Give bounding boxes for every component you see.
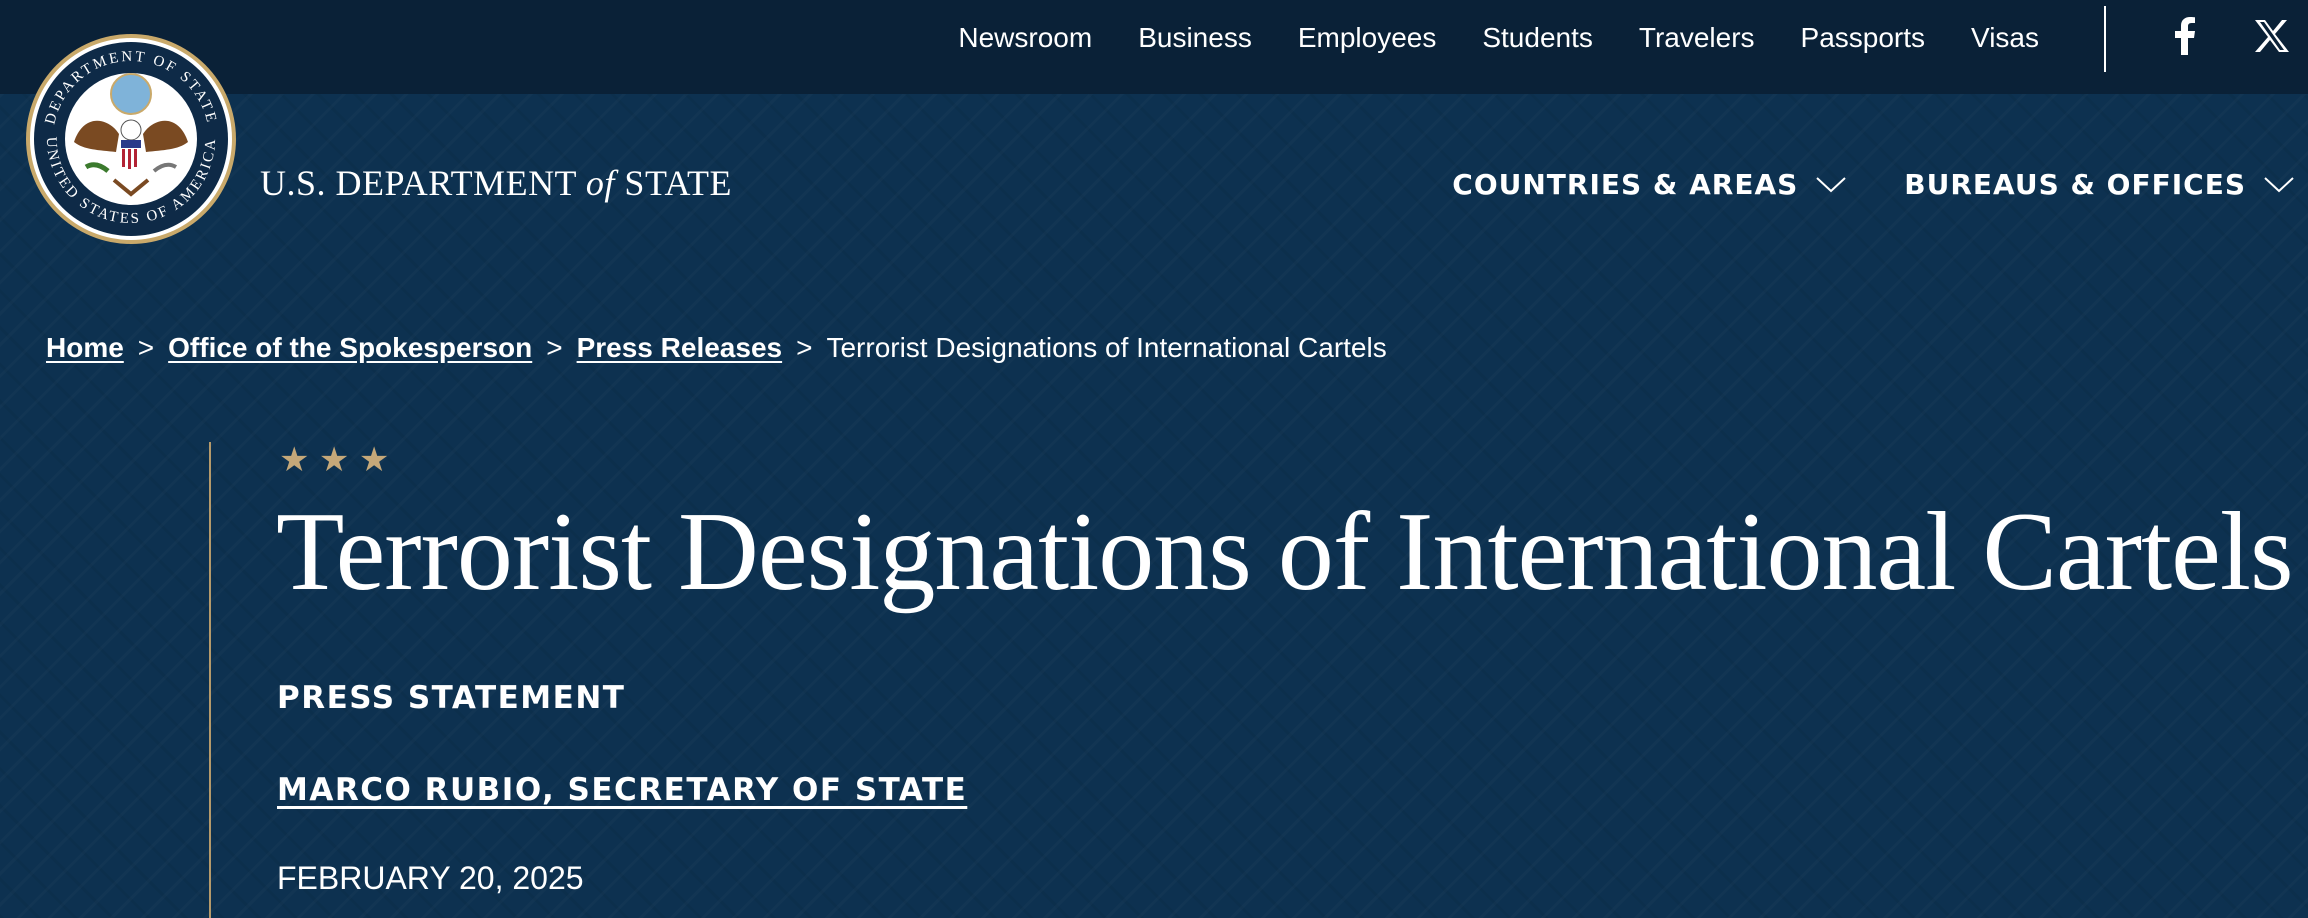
x-link[interactable] bbox=[2250, 14, 2294, 58]
main-nav: COUNTRIES & AREAS BUREAUS & OFFICES bbox=[1452, 168, 2294, 201]
department-seal[interactable]: DEPARTMENT OF STATE UNITED STATES OF AME… bbox=[24, 32, 238, 246]
utility-link-visas[interactable]: Visas bbox=[1971, 22, 2039, 54]
site-name-of: of bbox=[585, 163, 615, 203]
publish-date: FEBRUARY 20, 2025 bbox=[277, 860, 584, 896]
x-icon bbox=[2255, 20, 2289, 52]
eagle-seal-icon: DEPARTMENT OF STATE UNITED STATES OF AME… bbox=[26, 34, 236, 244]
utility-link-passports[interactable]: Passports bbox=[1801, 22, 1926, 54]
breadcrumb-home[interactable]: Home bbox=[46, 332, 124, 364]
article-type-label: PRESS STATEMENT bbox=[277, 680, 626, 716]
breadcrumb-press-releases[interactable]: Press Releases bbox=[577, 332, 783, 364]
nav-countries-areas-label: COUNTRIES & AREAS bbox=[1452, 168, 1799, 201]
site-name-part-2: STATE bbox=[624, 163, 733, 203]
nav-bureaus-offices-label: BUREAUS & OFFICES bbox=[1904, 168, 2246, 201]
facebook-link[interactable] bbox=[2162, 14, 2206, 58]
breadcrumb-separator: > bbox=[796, 332, 813, 363]
utility-link-students[interactable]: Students bbox=[1482, 22, 1593, 54]
utility-link-business[interactable]: Business bbox=[1138, 22, 1252, 54]
author-link[interactable]: MARCO RUBIO, SECRETARY OF STATE bbox=[277, 772, 967, 808]
breadcrumb-office-of-spokesperson[interactable]: Office of the Spokesperson bbox=[168, 332, 532, 364]
chevron-down-icon bbox=[2264, 176, 2294, 192]
page-title: Terrorist Designations of International … bbox=[276, 490, 2294, 614]
breadcrumb-separator: > bbox=[137, 332, 155, 363]
site-name[interactable]: U.S. DEPARTMENT of STATE bbox=[260, 162, 732, 204]
nav-countries-areas[interactable]: COUNTRIES & AREAS bbox=[1452, 168, 1846, 201]
site-name-part-1: U.S. DEPARTMENT bbox=[260, 163, 577, 203]
breadcrumb: Home > Office of the Spokesperson > Pres… bbox=[46, 332, 1387, 364]
article-left-rule bbox=[209, 442, 211, 918]
chevron-down-icon bbox=[1816, 176, 1846, 192]
decorative-stars: ★ ★ ★ bbox=[279, 441, 390, 479]
breadcrumb-separator: > bbox=[546, 332, 563, 363]
utility-link-employees[interactable]: Employees bbox=[1298, 22, 1437, 54]
utility-divider bbox=[2104, 6, 2106, 72]
nav-bureaus-offices[interactable]: BUREAUS & OFFICES bbox=[1904, 168, 2294, 201]
utility-link-newsroom[interactable]: Newsroom bbox=[958, 22, 1092, 54]
facebook-icon bbox=[2175, 17, 2195, 55]
breadcrumb-current: Terrorist Designations of International … bbox=[826, 332, 1387, 363]
utility-nav: Newsroom Business Employees Students Tra… bbox=[958, 18, 2039, 58]
utility-link-travelers[interactable]: Travelers bbox=[1639, 22, 1755, 54]
